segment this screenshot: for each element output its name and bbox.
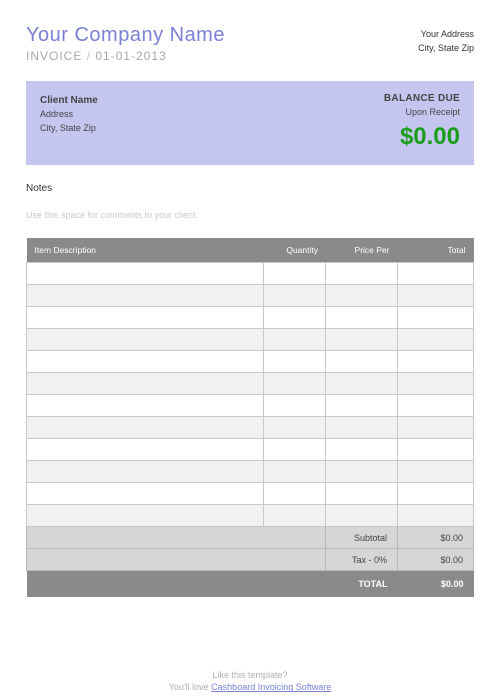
balance-due-terms: Upon Receipt: [384, 107, 460, 117]
table-row: [27, 263, 474, 285]
client-box: Client Name Address City, State Zip BALA…: [26, 81, 474, 165]
client-info: Client Name Address City, State Zip: [40, 93, 98, 151]
table-row: [27, 395, 474, 417]
table-row: [27, 285, 474, 307]
notes-placeholder: Use this space for comments to your clie…: [26, 210, 474, 220]
table-row: [27, 329, 474, 351]
subtotal-label: Subtotal: [326, 527, 398, 549]
balance-due-label: BALANCE DUE: [384, 93, 460, 104]
th-description: Item Description: [27, 238, 264, 263]
total-row: TOTAL $0.00: [27, 571, 474, 597]
total-value: $0.00: [398, 571, 474, 597]
footer-line2: You'll love Cashboard Invoicing Software: [0, 681, 500, 694]
th-quantity: Quantity: [263, 238, 326, 263]
your-city-state-zip: City, State Zip: [418, 42, 474, 56]
tax-row: Tax - 0% $0.00: [27, 549, 474, 571]
balance-amount: $0.00: [384, 123, 460, 151]
table-row: [27, 483, 474, 505]
th-price: Price Per: [326, 238, 398, 263]
your-address: Your Address: [418, 28, 474, 42]
subtotal-row: Subtotal $0.00: [27, 527, 474, 549]
line-items-table: Item Description Quantity Price Per Tota…: [26, 238, 474, 597]
invoice-date: 01-01-2013: [95, 49, 166, 63]
header-left: Your Company Name INVOICE / 01-01-2013: [26, 24, 225, 63]
table-row: [27, 351, 474, 373]
client-name: Client Name: [40, 93, 98, 108]
tax-value: $0.00: [398, 549, 474, 571]
header-right: Your Address City, State Zip: [418, 24, 474, 63]
th-total: Total: [398, 238, 474, 263]
subtotal-value: $0.00: [398, 527, 474, 549]
table-row: [27, 439, 474, 461]
invoice-info: INVOICE / 01-01-2013: [26, 49, 225, 63]
table-row: [27, 373, 474, 395]
invoice-label: INVOICE: [26, 49, 82, 63]
footer-prefix: You'll love: [169, 682, 211, 692]
notes-label: Notes: [26, 183, 474, 194]
tax-label: Tax - 0%: [326, 549, 398, 571]
table-row: [27, 417, 474, 439]
client-address: Address: [40, 108, 98, 122]
balance-block: BALANCE DUE Upon Receipt $0.00: [384, 93, 460, 151]
table-row: [27, 505, 474, 527]
company-name: Your Company Name: [26, 24, 225, 47]
table-row: [27, 461, 474, 483]
table-header-row: Item Description Quantity Price Per Tota…: [27, 238, 474, 263]
footer-line1: Like this template?: [0, 669, 500, 682]
invoice-header: Your Company Name INVOICE / 01-01-2013 Y…: [26, 24, 474, 63]
table-row: [27, 307, 474, 329]
footer-link[interactable]: Cashboard Invoicing Software: [211, 682, 331, 692]
client-city-state-zip: City, State Zip: [40, 122, 98, 136]
total-label: TOTAL: [326, 571, 398, 597]
footer: Like this template? You'll love Cashboar…: [0, 669, 500, 694]
